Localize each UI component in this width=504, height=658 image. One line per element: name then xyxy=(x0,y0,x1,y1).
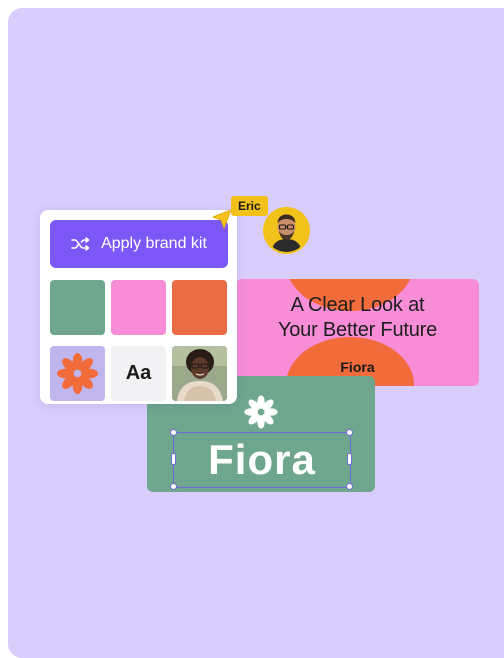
resize-handle-left[interactable] xyxy=(171,453,176,465)
banner-brand-name: Fiora xyxy=(340,359,375,375)
design-canvas: A Clear Look at Your Better Future Fiora… xyxy=(8,8,504,658)
portrait-photo xyxy=(172,346,227,401)
banner-headline: A Clear Look at Your Better Future xyxy=(236,293,479,343)
color-swatch-green[interactable] xyxy=(50,280,105,335)
photo-tile[interactable] xyxy=(172,346,227,401)
logo-wordmark[interactable]: Fiora xyxy=(173,432,351,488)
shuffle-icon xyxy=(71,237,90,251)
resize-handle-bottom-right[interactable] xyxy=(346,483,353,490)
resize-handle-right[interactable] xyxy=(347,453,352,465)
avatar-photo xyxy=(265,209,308,252)
banner-design[interactable]: A Clear Look at Your Better Future Fiora xyxy=(236,279,479,386)
apply-brand-kit-label: Apply brand kit xyxy=(101,235,207,252)
font-tile[interactable]: Aa xyxy=(111,346,166,401)
banner-headline-line2: Your Better Future xyxy=(277,319,438,341)
color-swatch-pink[interactable] xyxy=(111,280,166,335)
collaborator-avatar[interactable] xyxy=(265,209,308,252)
banner-headline-line1: A Clear Look at xyxy=(290,294,425,316)
apply-brand-kit-button[interactable]: Apply brand kit xyxy=(50,220,228,268)
resize-handle-bottom-left[interactable] xyxy=(170,483,177,490)
flower-logo-icon xyxy=(244,395,278,429)
resize-handle-top-right[interactable] xyxy=(346,429,353,436)
logo-tile[interactable] xyxy=(50,346,105,401)
brand-kit-panel: Apply brand kit Aa xyxy=(40,210,237,404)
collaborator-cursor-icon xyxy=(212,209,232,229)
flower-logo-icon xyxy=(57,353,98,394)
color-swatch-orange[interactable] xyxy=(172,280,227,335)
collaborator-name-tag: Eric xyxy=(231,196,268,216)
resize-handle-top-left[interactable] xyxy=(170,429,177,436)
